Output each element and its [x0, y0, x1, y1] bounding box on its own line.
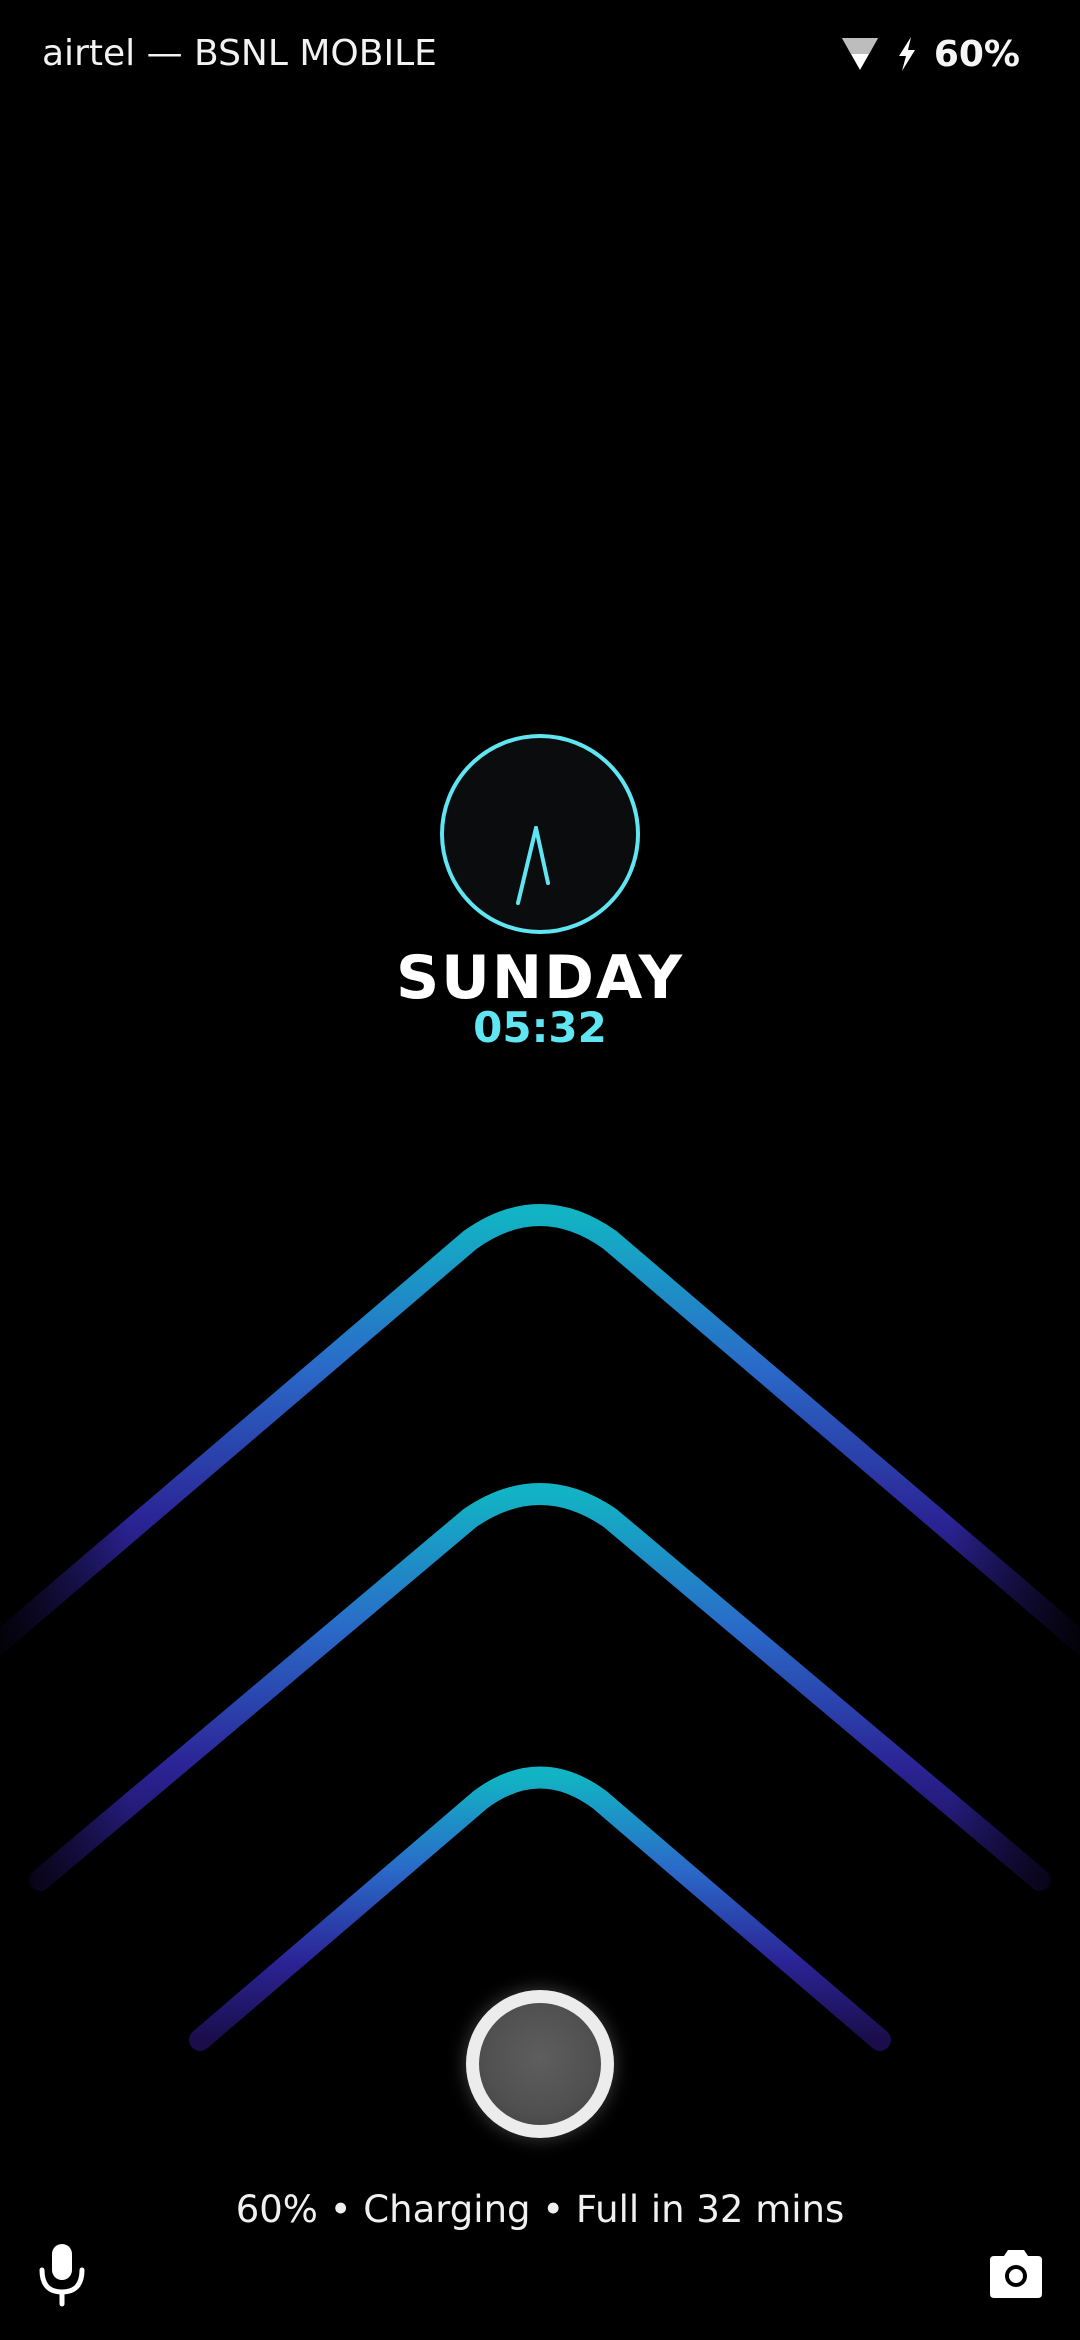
camera-icon	[986, 2246, 1046, 2300]
fingerprint-sensor-icon	[479, 2003, 601, 2125]
voice-assist-button[interactable]	[32, 2240, 92, 2308]
time-label: 05:32	[473, 1003, 607, 1052]
status-bar: airtel — BSNL MOBILE 60%	[0, 0, 1080, 110]
bolt-icon	[894, 35, 920, 73]
camera-shortcut-button[interactable]	[986, 2246, 1046, 2300]
microphone-icon	[32, 2240, 92, 2308]
status-icons: 60%	[840, 28, 1020, 80]
charging-status: 60% • Charging • Full in 32 mins	[235, 2188, 845, 2231]
fingerprint-unlock-button[interactable]	[466, 1990, 614, 2138]
carrier-label: airtel — BSNL MOBILE	[42, 33, 437, 74]
signal-icon	[840, 36, 880, 72]
battery-percent: 60%	[933, 33, 1020, 75]
chevron-wallpaper	[0, 1180, 1080, 2080]
analog-clock-icon	[436, 730, 644, 938]
